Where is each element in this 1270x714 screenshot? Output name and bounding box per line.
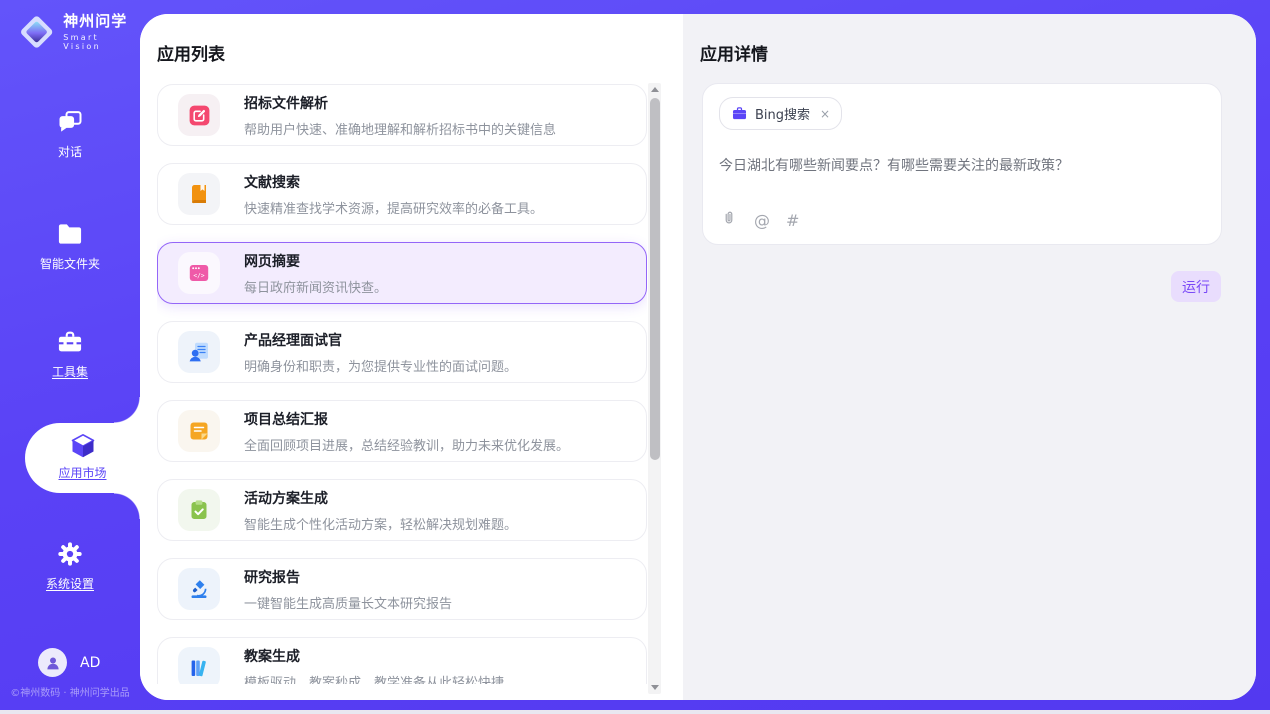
edit-document-icon (178, 94, 220, 136)
tool-chip-bing-search[interactable]: Bing搜索 × (719, 97, 842, 130)
sidebar-item-settings[interactable]: 系统设置 (0, 540, 140, 592)
book-icon (178, 173, 220, 215)
app-card-pm-interviewer[interactable]: 产品经理面试官 明确身份和职责，为您提供专业性的面试问题。 (157, 321, 647, 383)
app-list-panel: 应用列表 招标文件解析 帮助用户快速、准确地理解和解析招标书中的关键信息 (140, 14, 683, 700)
sidebar-item-app-market[interactable]: 应用市场 (25, 423, 140, 493)
bubble-curve-bottom (114, 493, 140, 519)
app-description: 全面回顾项目进展，总结经验教训，助力未来优化发展。 (244, 435, 569, 454)
brand-logo: 神州问学 Smart Vision (18, 13, 140, 51)
brand-name: 神州问学 (63, 13, 140, 30)
sticky-note-icon (178, 410, 220, 452)
sidebar-item-chat[interactable]: 对话 (0, 108, 140, 160)
app-title: 网页摘要 (244, 251, 387, 271)
app-card-activity-plan[interactable]: 活动方案生成 智能生成个性化活动方案，轻松解决规划难题。 (157, 479, 647, 541)
hashtag-icon[interactable]: # (786, 211, 799, 230)
mention-icon[interactable]: @ (754, 211, 770, 230)
prompt-card[interactable]: Bing搜索 × 今日湖北有哪些新闻要点？有哪些需要关注的最新政策？ @ # (702, 83, 1222, 245)
app-title: 文献搜索 (244, 172, 543, 192)
app-list-title: 应用列表 (157, 40, 225, 65)
app-card-lesson-plan[interactable]: 教案生成 模板驱动，教案秒成，教学准备从此轻松快捷 (157, 637, 647, 684)
avatar (38, 648, 67, 677)
app-description: 帮助用户快速、准确地理解和解析招标书中的关键信息 (244, 119, 556, 138)
sidebar-item-label: 对话 (58, 143, 82, 160)
prompt-text[interactable]: 今日湖北有哪些新闻要点？有哪些需要关注的最新政策？ (719, 155, 1205, 175)
app-card-literature-search[interactable]: 文献搜索 快速精准查找学术资源，提高研究效率的必备工具。 (157, 163, 647, 225)
app-window: 神州问学 Smart Vision 对话 智能文件夹 (0, 0, 1270, 710)
app-card-webpage-summary[interactable]: </> 网页摘要 每日政府新闻资讯快查。 (157, 242, 647, 304)
paperclip-icon[interactable] (720, 209, 738, 231)
diamond-logo-icon (18, 13, 55, 51)
app-title: 产品经理面试官 (244, 330, 517, 350)
interviewer-icon (178, 331, 220, 373)
scrollbar[interactable] (648, 83, 661, 694)
app-title: 教案生成 (244, 646, 504, 666)
chat-icon (0, 108, 140, 136)
gear-icon (0, 540, 140, 568)
app-card-research-report[interactable]: 研究报告 一键智能生成高质量长文本研究报告 (157, 558, 647, 620)
user-name: AD (80, 655, 100, 671)
chip-close-icon[interactable]: × (820, 107, 830, 121)
webpage-code-icon: </> (178, 252, 220, 294)
sidebar: 神州问学 Smart Vision 对话 智能文件夹 (0, 0, 140, 710)
app-description: 快速精准查找学术资源，提高研究效率的必备工具。 (244, 198, 543, 217)
microscope-icon (178, 568, 220, 610)
toolbox-icon (0, 328, 140, 356)
scroll-down-icon[interactable] (651, 685, 659, 690)
app-list: 招标文件解析 帮助用户快速、准确地理解和解析招标书中的关键信息 文献搜索 (157, 84, 647, 684)
person-icon (44, 654, 62, 672)
scrollbar-thumb[interactable] (650, 98, 660, 460)
sidebar-footer: ©神州数码 · 神州问学出品 (0, 684, 140, 699)
app-card-bid-analysis[interactable]: 招标文件解析 帮助用户快速、准确地理解和解析招标书中的关键信息 (157, 84, 647, 146)
content-panel: 应用列表 招标文件解析 帮助用户快速、准确地理解和解析招标书中的关键信息 (140, 14, 1256, 700)
books-icon (178, 647, 220, 684)
sidebar-item-label: 工具集 (52, 363, 88, 380)
run-button[interactable]: 运行 (1171, 271, 1221, 302)
cube-icon (25, 432, 140, 460)
app-detail-title: 应用详情 (700, 40, 768, 65)
composer-toolbar: @ # (720, 209, 799, 231)
app-title: 活动方案生成 (244, 488, 517, 508)
svg-text:</>: </> (193, 273, 204, 280)
briefcase-icon (731, 105, 748, 122)
app-description: 一键智能生成高质量长文本研究报告 (244, 593, 452, 612)
app-detail-panel: 应用详情 Bing搜索 × 今日湖北有哪些新闻要点？有哪些需要关注的最新政策？ (683, 14, 1256, 700)
app-card-project-summary[interactable]: 项目总结汇报 全面回顾项目进展，总结经验教训，助力未来优化发展。 (157, 400, 647, 462)
bubble-curve-top (114, 397, 140, 423)
app-description: 智能生成个性化活动方案，轻松解决规划难题。 (244, 514, 517, 533)
tool-chip-label: Bing搜索 (755, 104, 810, 123)
sidebar-item-label: 应用市场 (58, 464, 106, 481)
app-description: 明确身份和职责，为您提供专业性的面试问题。 (244, 356, 517, 375)
app-title: 项目总结汇报 (244, 409, 569, 429)
sidebar-item-toolset[interactable]: 工具集 (0, 328, 140, 380)
sidebar-item-label: 系统设置 (46, 575, 94, 592)
app-title: 招标文件解析 (244, 93, 556, 113)
app-title: 研究报告 (244, 567, 452, 587)
app-description: 模板驱动，教案秒成，教学准备从此轻松快捷 (244, 672, 504, 685)
folder-icon (0, 220, 140, 248)
scroll-up-icon[interactable] (651, 87, 659, 92)
sidebar-item-smart-folder[interactable]: 智能文件夹 (0, 220, 140, 272)
sidebar-item-label: 智能文件夹 (40, 255, 100, 272)
brand-subtitle: Smart Vision (63, 33, 140, 51)
clipboard-check-icon (178, 489, 220, 531)
user-account[interactable]: AD (38, 648, 100, 677)
app-description: 每日政府新闻资讯快查。 (244, 277, 387, 296)
